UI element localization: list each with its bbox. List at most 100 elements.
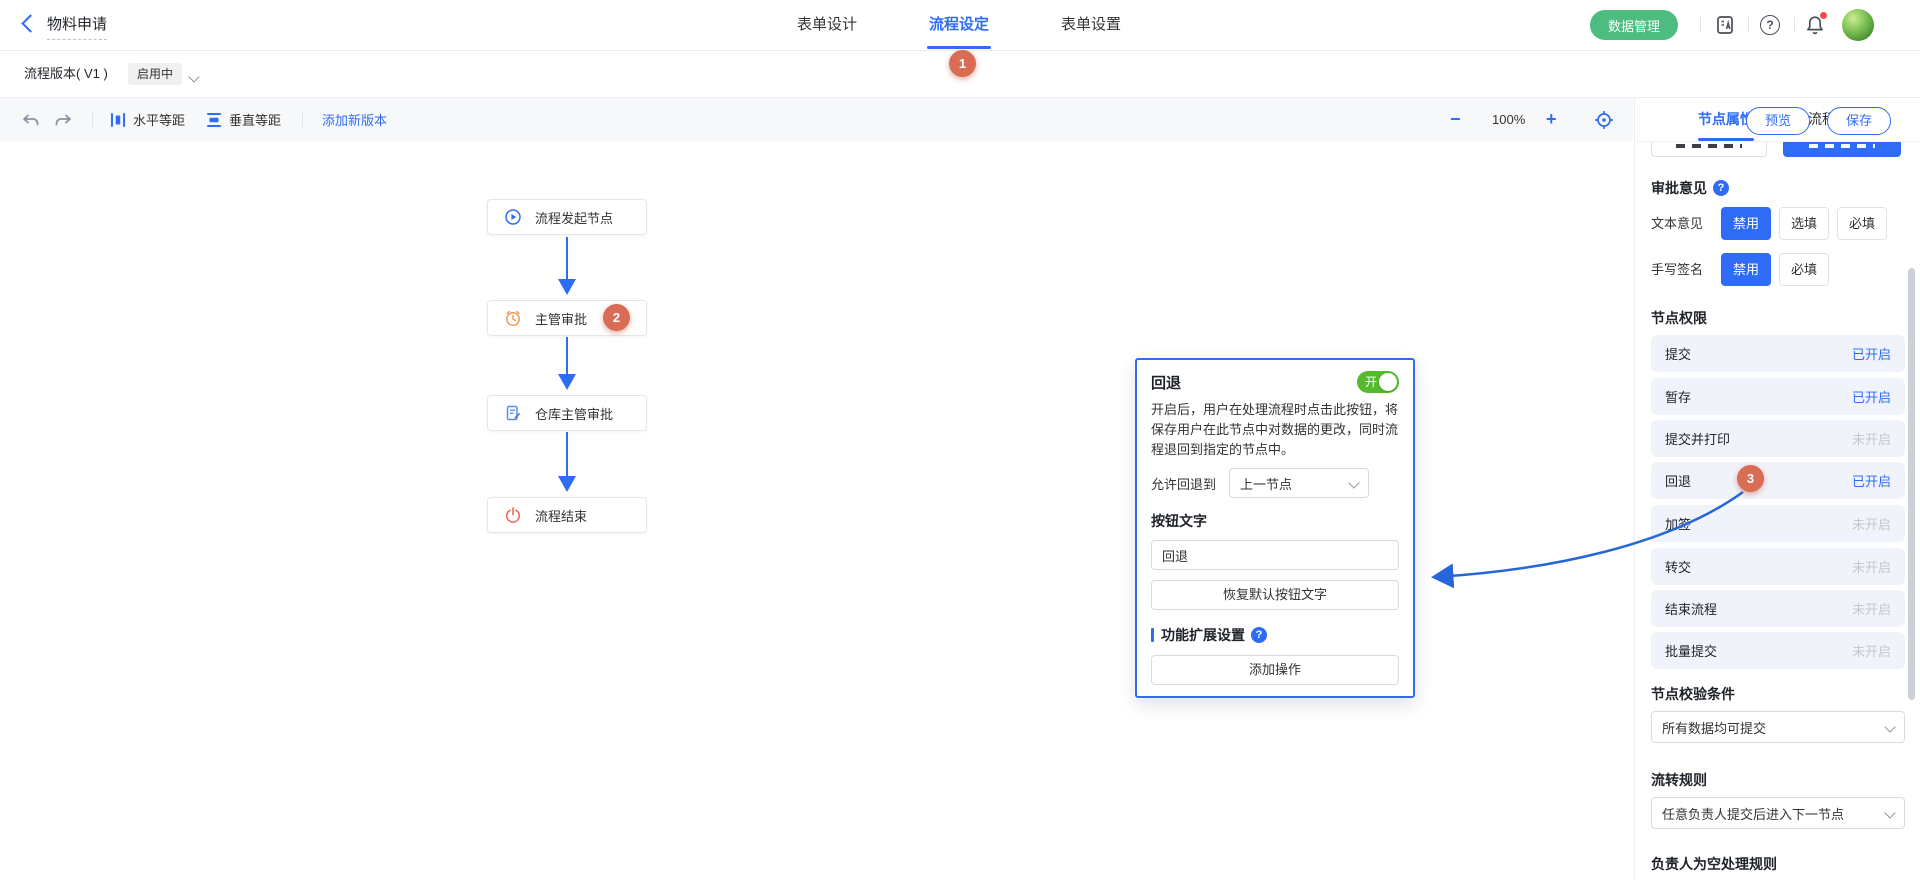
chevron-down-icon: [1348, 477, 1359, 488]
avatar[interactable]: [1842, 9, 1874, 41]
add-action-button[interactable]: 添加操作: [1151, 655, 1399, 685]
zoom-out-icon[interactable]: −: [1450, 98, 1461, 141]
perm-row-end-flow[interactable]: 结束流程 未开启: [1651, 590, 1905, 627]
node-permission-heading: 节点权限: [1651, 308, 1707, 328]
perm-row-transfer[interactable]: 转交 未开启: [1651, 548, 1905, 585]
back-icon[interactable]: [21, 14, 39, 32]
toggle-knob: [1379, 373, 1397, 391]
document-edit-icon: [504, 404, 522, 422]
canvas-toolbar: 水平等距 垂直等距 添加新版本 − 100% +: [0, 98, 1633, 141]
extension-section-label: 功能扩展设置: [1161, 625, 1245, 645]
vertical-equidistant-button[interactable]: 垂直等距: [206, 98, 281, 141]
header-divider: [1748, 17, 1749, 33]
node-label: 流程结束: [535, 506, 587, 525]
zoom-level: 100%: [1492, 98, 1525, 141]
vertical-distribute-icon: [206, 112, 222, 128]
restore-default-text-button[interactable]: 恢复默认按钮文字: [1151, 580, 1399, 610]
text-opinion-label: 文本意见: [1651, 207, 1703, 240]
text-opinion-required-button[interactable]: 必填: [1837, 207, 1887, 240]
data-manage-button[interactable]: 数据管理: [1590, 10, 1678, 40]
header-divider: [1794, 17, 1795, 33]
popup-description: 开启后，用户在处理流程时点击此按钮，将保存用户在此节点中对数据的更改，同时流程退…: [1151, 400, 1399, 460]
horizontal-distribute-icon: [110, 112, 126, 128]
zoom-in-icon[interactable]: +: [1546, 98, 1557, 141]
perm-row-add-sign[interactable]: 加签 未开启: [1651, 505, 1905, 542]
status-badge: 未开启: [1852, 514, 1891, 533]
help-icon[interactable]: ?: [1760, 15, 1782, 37]
validation-heading: 节点校验条件: [1651, 684, 1735, 704]
help-question-icon[interactable]: ?: [1713, 180, 1729, 196]
node-label: 仓库主管审批: [535, 404, 613, 423]
version-status-badge: 启用中: [128, 63, 182, 85]
power-icon: [504, 506, 522, 524]
empty-owner-rule-heading: 负责人为空处理规则: [1651, 854, 1777, 874]
horizontal-equidistant-button[interactable]: 水平等距: [110, 98, 185, 141]
tab-flow-setting[interactable]: 流程设定: [926, 0, 992, 49]
preview-button[interactable]: 预览: [1746, 107, 1810, 135]
properties-panel: 节点属性 流程属性 审批意见 ? 文本意见 禁用 选填 必填 手写签名 禁用 必…: [1634, 98, 1920, 880]
button-text-label: 按钮文字: [1151, 511, 1399, 531]
help-question-icon[interactable]: ?: [1251, 627, 1267, 643]
signature-disable-button[interactable]: 禁用: [1721, 253, 1771, 286]
question-glyph: ?: [1760, 15, 1780, 35]
redo-icon[interactable]: [54, 98, 74, 141]
status-badge: 未开启: [1852, 429, 1891, 448]
app-window: 物料申请 表单设计 流程设定 表单设置 数据管理 ?: [0, 0, 1920, 880]
tab-form-design[interactable]: 表单设计: [794, 0, 860, 49]
manual-book-icon[interactable]: [1714, 14, 1736, 36]
add-version-link[interactable]: 添加新版本: [322, 98, 387, 141]
flow-node-warehouse-approval[interactable]: 仓库主管审批: [487, 395, 647, 431]
flow-rule-heading: 流转规则: [1651, 770, 1707, 790]
status-badge: 已开启: [1852, 387, 1891, 406]
rollback-toggle[interactable]: 开: [1357, 371, 1399, 393]
rollback-settings-popup: 回退 开 开启后，用户在处理流程时点击此按钮，将保存用户在此节点中对数据的更改，…: [1135, 358, 1415, 698]
perm-row-batch-submit[interactable]: 批量提交 未开启: [1651, 632, 1905, 669]
step-badge-3: 3: [1737, 465, 1764, 492]
toolbar-divider: [92, 112, 93, 127]
horizontal-equidistant-label: 水平等距: [133, 110, 185, 129]
status-badge: 未开启: [1852, 599, 1891, 618]
vertical-equidistant-label: 垂直等距: [229, 110, 281, 129]
allow-rollback-label: 允许回退到: [1151, 474, 1216, 493]
toolbar-divider: [302, 112, 303, 127]
toggle-on-label: 开: [1365, 371, 1377, 393]
page-title[interactable]: 物料申请: [47, 13, 107, 40]
play-circle-icon: [504, 208, 522, 226]
node-label: 流程发起节点: [535, 208, 613, 227]
perm-row-save-draft[interactable]: 暂存 已开启: [1651, 378, 1905, 415]
panel-scrollbar[interactable]: [1908, 268, 1915, 700]
version-label: 流程版本( V1 ): [24, 50, 108, 97]
status-badge: 已开启: [1852, 471, 1891, 490]
notification-dot: [1820, 12, 1827, 19]
text-opinion-optional-button[interactable]: 选填: [1779, 207, 1829, 240]
chevron-down-icon: [1884, 721, 1895, 732]
flow-rule-select[interactable]: 任意负责人提交后进入下一节点: [1651, 797, 1905, 829]
text-opinion-disable-button[interactable]: 禁用: [1721, 207, 1771, 240]
status-badge: 已开启: [1852, 344, 1891, 363]
perm-row-submit-print[interactable]: 提交并打印 未开启: [1651, 420, 1905, 457]
perm-row-submit[interactable]: 提交 已开启: [1651, 335, 1905, 372]
rollback-target-select[interactable]: 上一节点: [1229, 468, 1369, 498]
chevron-down-icon: [1884, 807, 1895, 818]
tab-form-setting[interactable]: 表单设置: [1058, 0, 1124, 49]
signature-required-button[interactable]: 必填: [1779, 253, 1829, 286]
flow-node-end[interactable]: 流程结束: [487, 497, 647, 533]
undo-icon[interactable]: [20, 98, 40, 141]
top-header: 物料申请 表单设计 流程设定 表单设置 数据管理 ?: [0, 0, 1920, 51]
perm-row-rollback[interactable]: 回退 已开启: [1651, 462, 1905, 499]
notification-bell-icon[interactable]: [1804, 14, 1826, 36]
status-badge: 未开启: [1852, 641, 1891, 660]
save-button[interactable]: 保存: [1827, 107, 1891, 135]
node-label: 主管审批: [535, 309, 587, 328]
panel-action-button-left-cutoff[interactable]: [1651, 142, 1767, 157]
header-divider: [1700, 17, 1701, 33]
button-text-input[interactable]: [1151, 540, 1399, 570]
validation-select[interactable]: 所有数据均可提交: [1651, 711, 1905, 743]
locate-crosshair-icon[interactable]: [1594, 98, 1614, 141]
panel-action-button-right-cutoff[interactable]: [1783, 142, 1901, 157]
flow-node-start[interactable]: 流程发起节点: [487, 199, 647, 235]
step-badge-1: 1: [949, 50, 976, 77]
signature-label: 手写签名: [1651, 253, 1703, 286]
version-chevron-down-icon[interactable]: [190, 68, 198, 86]
rollback-target-value: 上一节点: [1240, 474, 1292, 493]
